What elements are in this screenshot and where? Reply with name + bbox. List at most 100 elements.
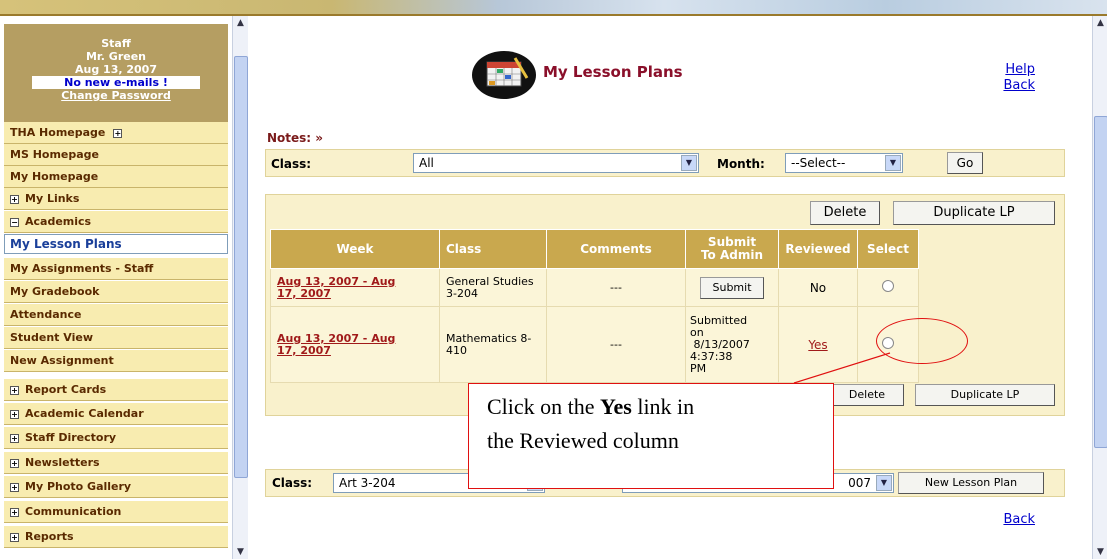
class-filter-select[interactable]: All ▼ [413, 153, 699, 173]
user-info-box: Staff Mr. Green Aug 13, 2007 No new e-ma… [4, 24, 228, 122]
duplicate-lp-button-bottom[interactable]: Duplicate LP [915, 384, 1055, 406]
nav-my-lesson-plans[interactable]: My Lesson Plans [4, 234, 228, 254]
scroll-down-arrow-icon[interactable]: ▼ [233, 545, 248, 559]
nav-tha-homepage[interactable]: THA Homepage + [4, 122, 228, 144]
scroll-up-arrow-icon[interactable]: ▲ [1093, 16, 1107, 30]
reviewed-cell: No [778, 268, 858, 307]
change-password-link[interactable]: Change Password [4, 89, 228, 102]
expand-icon[interactable]: + [10, 194, 19, 204]
expand-icon[interactable]: + [10, 458, 19, 468]
week-link[interactable]: Aug 13, 2007 - Aug 17, 2007 [277, 275, 395, 300]
help-link[interactable]: Help [1005, 62, 1035, 77]
nav-new-assignment[interactable]: New Assignment [4, 350, 228, 372]
class-cell: Mathematics 8- 410 [439, 306, 547, 383]
class-line: 410 [446, 343, 467, 357]
callout-text: link in [631, 394, 695, 419]
highlight-circle [876, 318, 968, 364]
expand-icon[interactable]: + [10, 409, 19, 419]
nav-label: Newsletters [25, 456, 100, 469]
nav-label: Attendance [10, 308, 82, 321]
nav-attendance[interactable]: Attendance [4, 304, 228, 326]
user-date: Aug 13, 2007 [75, 63, 157, 76]
nav-label: My Photo Gallery [25, 480, 132, 493]
nav-label: My Gradebook [10, 285, 100, 298]
nav-label: Report Cards [25, 383, 107, 396]
notes-toggle[interactable]: Notes: » [267, 131, 323, 145]
expand-icon[interactable]: + [10, 507, 19, 517]
comments-cell: --- [546, 268, 686, 307]
nav-my-gradebook[interactable]: My Gradebook [4, 281, 228, 303]
main-scroll-thumb[interactable] [1094, 116, 1107, 448]
nav-label: THA Homepage [10, 126, 106, 139]
submit-cell: Submit [685, 268, 779, 307]
column-header-week[interactable]: Week [270, 229, 440, 269]
nav-staff-directory[interactable]: + Staff Directory [4, 427, 228, 449]
email-status-link[interactable]: No new e-mails ! [32, 76, 200, 89]
delete-button-top[interactable]: Delete [810, 201, 880, 225]
column-header-comments[interactable]: Comments [546, 229, 686, 269]
delete-button-bottom[interactable]: Delete [830, 384, 904, 406]
nav-academic-calendar[interactable]: + Academic Calendar [4, 403, 228, 425]
chevron-down-icon[interactable]: ▼ [681, 155, 697, 171]
scroll-up-arrow-icon[interactable]: ▲ [233, 16, 248, 30]
select-radio[interactable] [882, 280, 894, 292]
expand-icon[interactable]: + [10, 532, 19, 542]
submitted-ampm: PM [690, 361, 707, 375]
reviewed-yes-link[interactable]: Yes [808, 338, 827, 352]
back-link-top[interactable]: Back [1003, 78, 1035, 93]
column-header-class[interactable]: Class [439, 229, 547, 269]
expand-icon[interactable]: + [10, 482, 19, 492]
month-filter-select[interactable]: --Select-- ▼ [785, 153, 903, 173]
go-button[interactable]: Go [947, 152, 983, 174]
instruction-callout: Click on the Yes link in the Reviewed col… [468, 383, 834, 489]
new-lesson-plan-button[interactable]: New Lesson Plan [898, 472, 1044, 494]
nav-reports[interactable]: + Reports [4, 526, 228, 548]
scroll-down-arrow-icon[interactable]: ▼ [1093, 545, 1107, 559]
filter-bar: Class: All ▼ Month: --Select-- ▼ Go [265, 149, 1065, 177]
expand-icon[interactable]: + [113, 128, 123, 138]
nav-student-view[interactable]: Student View [4, 327, 228, 349]
class-cell: General Studies 3-204 [439, 268, 547, 307]
nav-my-photo-gallery[interactable]: + My Photo Gallery [4, 476, 228, 498]
user-name: Mr. Green [85, 50, 147, 63]
expand-icon[interactable]: + [10, 433, 19, 443]
nav-my-homepage[interactable]: My Homepage [4, 166, 228, 188]
table-header-row: Week Class Comments Submit To Admin Revie… [270, 229, 919, 269]
lesson-plans-table: Week Class Comments Submit To Admin Revie… [270, 229, 919, 383]
main-scrollbar[interactable]: ▲ ▼ [1092, 16, 1107, 559]
collapse-icon[interactable]: − [10, 217, 19, 227]
nav-label: Communication [25, 505, 122, 518]
chevron-down-icon[interactable]: ▼ [876, 475, 892, 491]
nav-newsletters[interactable]: + Newsletters [4, 452, 228, 474]
duplicate-lp-button-top[interactable]: Duplicate LP [893, 201, 1055, 225]
sidebar-scrollbar[interactable]: ▲ ▼ [232, 16, 248, 559]
callout-text: Click on the [487, 394, 601, 419]
back-link-bottom[interactable]: Back [1003, 512, 1035, 527]
callout-text: the Reviewed column [487, 428, 679, 453]
nav-label: My Homepage [10, 170, 99, 183]
nav-report-cards[interactable]: + Report Cards [4, 379, 228, 401]
chevron-down-icon[interactable]: ▼ [885, 155, 901, 171]
expand-icon[interactable]: + [10, 385, 19, 395]
comments-cell: --- [546, 306, 686, 383]
week-cell: Aug 13, 2007 - Aug 17, 2007 [270, 306, 440, 383]
week-link[interactable]: Aug 13, 2007 - Aug 17, 2007 [277, 332, 395, 357]
class-filter-value: All [419, 156, 434, 170]
nav-academics[interactable]: − Academics [4, 211, 228, 233]
header-line: Submit [707, 235, 757, 249]
nav-my-assignments-staff[interactable]: My Assignments - Staff [4, 258, 228, 280]
callout-bold-text: Yes [600, 394, 632, 419]
nav-my-links[interactable]: + My Links [4, 188, 228, 210]
nav-label: Academics [25, 215, 92, 228]
nav-label: My Assignments - Staff [10, 262, 154, 275]
sidebar-scroll-thumb[interactable] [234, 56, 248, 478]
bottom-week-value: 007 [848, 476, 871, 490]
submit-button[interactable]: Submit [700, 276, 764, 299]
table-row: Aug 13, 2007 - Aug 17, 2007 Mathematics 8… [270, 306, 919, 383]
nav-ms-homepage[interactable]: MS Homepage [4, 144, 228, 166]
month-filter-value: --Select-- [791, 156, 846, 170]
sidebar: Staff Mr. Green Aug 13, 2007 No new e-ma… [0, 16, 232, 559]
bottom-class-value: Art 3-204 [339, 476, 396, 490]
nav-communication[interactable]: + Communication [4, 501, 228, 523]
nav-label: Student View [10, 331, 93, 344]
